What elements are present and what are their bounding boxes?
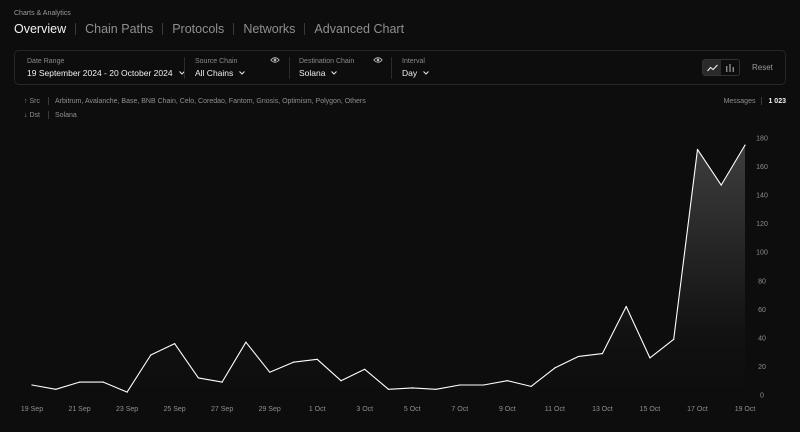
- data-point: [150, 354, 152, 356]
- data-point: [102, 381, 104, 383]
- data-point: [292, 361, 295, 363]
- data-point: [197, 377, 199, 379]
- data-point: [387, 388, 390, 390]
- x-tick-label: 9 Oct: [499, 406, 516, 413]
- y-tick-label: 140: [756, 193, 768, 200]
- data-point: [174, 343, 176, 345]
- series-area: [32, 145, 745, 395]
- y-tick-label: 80: [758, 278, 766, 285]
- data-point: [482, 384, 485, 386]
- x-tick-label: 7 Oct: [451, 406, 468, 413]
- y-tick-label: 20: [758, 364, 766, 371]
- data-point: [126, 391, 128, 393]
- y-tick-label: 180: [756, 136, 768, 143]
- data-point: [269, 371, 271, 373]
- data-point: [78, 381, 81, 383]
- x-tick-label: 25 Sep: [164, 406, 186, 413]
- x-tick-label: 21 Sep: [68, 406, 90, 413]
- y-tick-label: 40: [758, 335, 766, 342]
- x-tick-label: 11 Oct: [545, 406, 565, 413]
- data-point: [31, 384, 33, 386]
- data-point: [673, 338, 675, 340]
- x-tick-label: 13 Oct: [592, 406, 613, 413]
- y-tick-label: 120: [756, 221, 768, 228]
- data-point: [601, 352, 604, 355]
- x-tick-label: 17 Oct: [687, 406, 708, 413]
- y-tick-label: 160: [756, 164, 768, 171]
- x-tick-label: 1 Oct: [309, 406, 326, 413]
- data-point: [649, 357, 651, 359]
- data-point: [530, 385, 532, 388]
- data-point: [696, 148, 699, 151]
- data-point: [554, 367, 556, 369]
- x-tick-label: 19 Oct: [735, 406, 756, 413]
- data-point: [578, 355, 580, 358]
- x-tick-label: 15 Oct: [640, 406, 661, 413]
- x-tick-label: 3 Oct: [356, 406, 373, 413]
- data-point: [340, 380, 342, 382]
- data-point: [364, 368, 366, 370]
- x-tick-label: 23 Sep: [116, 406, 138, 413]
- y-tick-label: 60: [758, 307, 766, 314]
- data-point: [221, 381, 223, 383]
- data-point: [506, 380, 508, 382]
- data-point: [625, 305, 627, 308]
- data-point: [316, 358, 318, 360]
- y-tick-label: 0: [760, 393, 764, 400]
- x-tick-label: 27 Sep: [211, 406, 233, 413]
- messages-chart[interactable]: 0 20 40 60 80 100 120 140 160 180 19 Sep 21 Sep 23 S…: [0, 0, 800, 432]
- data-point: [245, 341, 247, 343]
- data-point: [55, 388, 57, 390]
- y-tick-label: 100: [756, 250, 768, 257]
- data-point: [459, 384, 461, 386]
- data-point: [720, 184, 722, 186]
- data-point: [411, 387, 413, 389]
- x-tick-label: 29 Sep: [259, 406, 281, 413]
- data-point: [744, 144, 746, 146]
- x-tick-label: 19 Sep: [21, 406, 43, 413]
- x-tick-label: 5 Oct: [404, 406, 421, 413]
- data-point: [435, 388, 437, 390]
